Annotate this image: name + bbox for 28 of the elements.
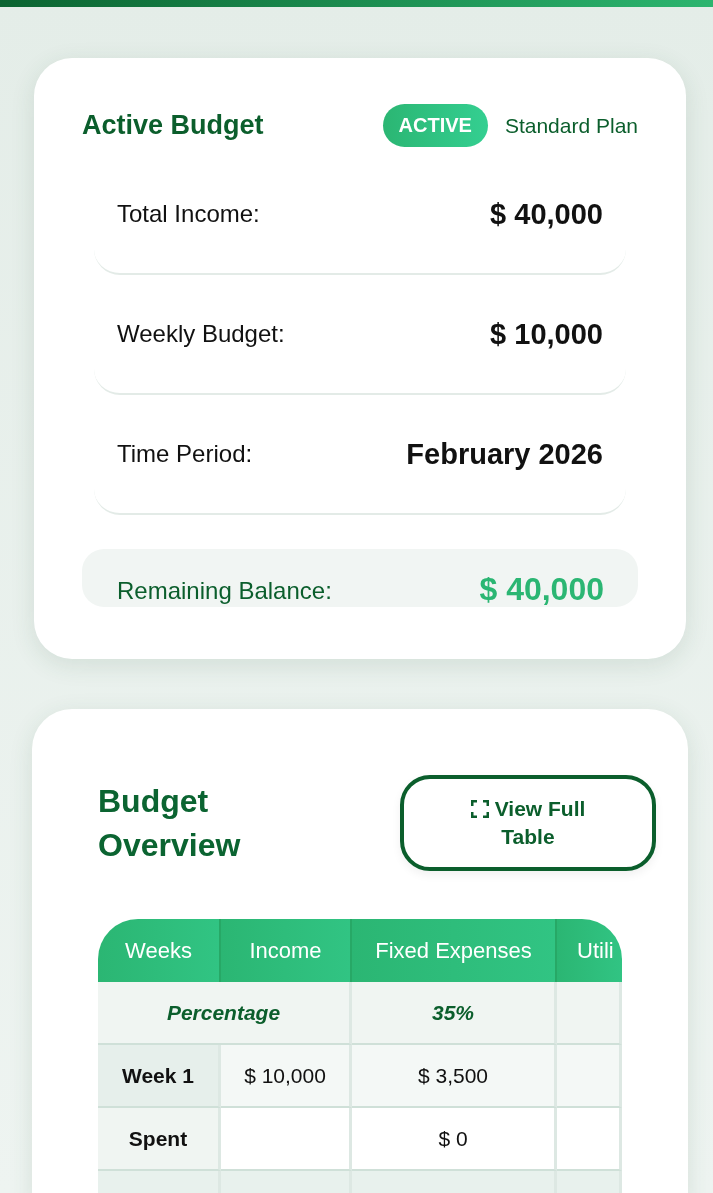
table-cell: $ 0 [352,1108,557,1171]
view-full-table-button[interactable]: View Full Table [400,775,656,871]
column-header: Income [221,919,352,983]
column-header: Fixed Expenses [352,919,557,983]
table-cell: Percentage [98,982,352,1045]
row-label: Remaining Balance: [117,577,332,605]
row-label: Time Period: [117,440,253,468]
column-header: Utili [557,919,622,983]
table-cell [557,982,622,1045]
table-cell [557,1045,622,1108]
row-value: $ 10,000 [490,317,603,351]
expand-icon [470,800,489,818]
row-label: Weekly Budget: [117,320,285,348]
table-cell [557,1108,622,1171]
row-label: Total Income: [117,200,260,228]
plan-label: Standard Plan [504,113,638,138]
row-value: February 2026 [406,437,603,471]
table-cell: $ 3,500 [352,1045,557,1108]
table-cell: 35% [352,982,557,1045]
column-header: Weeks [98,919,221,983]
table-cell: $ 10,000 [221,1045,352,1108]
card-title: Active Budget [82,110,265,141]
status-badge: ACTIVE [382,104,488,147]
row-value: $ 40,000 [490,197,603,231]
table-cell: Week 1 [98,1045,221,1108]
balance-value: $ 40,000 [479,573,604,605]
section-title: Budget Overview [98,782,242,865]
table-cell: Spent [98,1108,221,1171]
